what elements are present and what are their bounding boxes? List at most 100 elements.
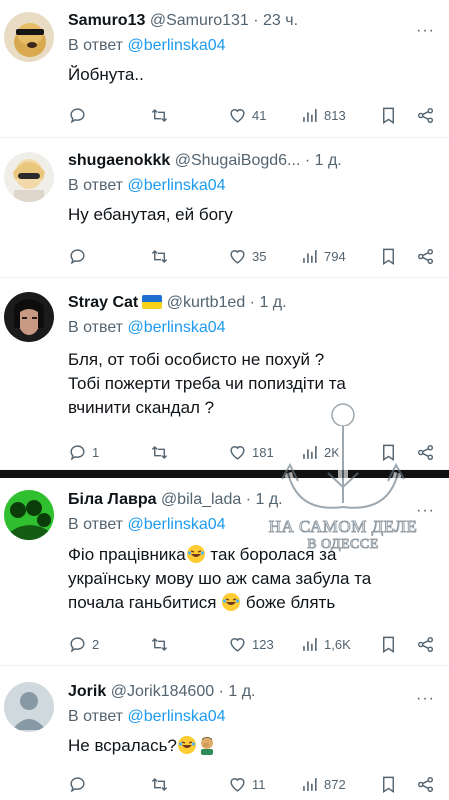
- reply-count: 2: [92, 636, 100, 652]
- author-name[interactable]: Jorik: [68, 683, 106, 700]
- views-button[interactable]: 872: [300, 774, 346, 794]
- author-name[interactable]: Stray Cat: [68, 294, 138, 311]
- bookmark-icon: [383, 248, 394, 265]
- mention-link[interactable]: @berlinska04: [127, 516, 225, 533]
- avatar[interactable]: [4, 12, 54, 62]
- like-button[interactable]: 123: [228, 634, 274, 654]
- like-count: 41: [252, 107, 267, 123]
- retweet-button[interactable]: [150, 105, 174, 125]
- tweet-text-line: Бля, от тобі особисто не похуй ?: [68, 350, 325, 369]
- avatar[interactable]: [4, 490, 54, 540]
- bookmark-button[interactable]: [379, 634, 398, 654]
- share-icon: [417, 444, 434, 460]
- views-button[interactable]: 1,6K: [300, 634, 351, 654]
- timestamp[interactable]: 1 д.: [315, 152, 342, 169]
- reply-button[interactable]: [68, 105, 92, 125]
- reply-icon: [70, 248, 85, 264]
- share-button[interactable]: [416, 442, 435, 462]
- timestamp[interactable]: 1 д.: [259, 294, 286, 311]
- tweet-header: Samuro13 @Samuro131 · 23 ч.: [68, 11, 441, 31]
- like-button[interactable]: 35: [228, 246, 266, 266]
- like-button[interactable]: 41: [228, 105, 266, 125]
- views-chart-icon: [303, 777, 317, 791]
- view-count: 1,6K: [324, 636, 351, 652]
- retweet-button[interactable]: [150, 442, 174, 462]
- timestamp[interactable]: 1 д.: [228, 683, 255, 700]
- more-options-icon[interactable]: ···: [416, 690, 435, 708]
- retweet-icon: [151, 249, 168, 263]
- bookmark-button[interactable]: [379, 105, 398, 125]
- bookmark-button[interactable]: [379, 774, 398, 794]
- more-options-icon[interactable]: ···: [416, 22, 435, 40]
- avatar[interactable]: [4, 292, 54, 342]
- avatar[interactable]: [4, 152, 54, 202]
- action-bar: 11 872: [68, 774, 439, 794]
- reply-icon: [70, 776, 85, 792]
- avatar-default[interactable]: [4, 682, 54, 732]
- like-count: 35: [252, 248, 267, 264]
- views-button[interactable]: 813: [300, 105, 346, 125]
- author-name[interactable]: shugaenokkk: [68, 152, 170, 169]
- author-handle[interactable]: @bila_lada: [161, 491, 241, 508]
- retweet-icon: [151, 108, 168, 122]
- reply-feed: Samuro13 @Samuro131 · 23 ч. ··· В ответ …: [0, 0, 449, 800]
- tweet-text-segment: Не всралась?: [68, 736, 177, 755]
- reply-button[interactable]: 2: [68, 634, 99, 654]
- author-name[interactable]: Samuro13: [68, 12, 145, 29]
- retweet-button[interactable]: [150, 246, 174, 266]
- view-count: 813: [324, 107, 346, 123]
- laughing-emoji-icon: [221, 592, 241, 612]
- reply-button[interactable]: 1: [68, 442, 99, 462]
- separator-dot: ·: [304, 152, 311, 169]
- author-handle[interactable]: @ShugaiBogd6...: [175, 152, 301, 169]
- reply-prefix: В ответ: [68, 319, 124, 336]
- mention-link[interactable]: @berlinska04: [127, 708, 225, 725]
- bookmark-icon: [383, 776, 394, 793]
- mention-link[interactable]: @berlinska04: [127, 319, 225, 336]
- watermark-line: НА САМОМ ДЕЛЕ: [268, 517, 418, 537]
- tweet-samuro13[interactable]: Samuro13 @Samuro131 · 23 ч. ··· В ответ …: [0, 0, 449, 138]
- action-bar: 41 813: [68, 105, 439, 125]
- reply-context: В ответ @berlinska04: [68, 36, 441, 56]
- retweet-button[interactable]: [150, 634, 174, 654]
- author-handle[interactable]: @kurtb1ed: [167, 294, 246, 311]
- share-button[interactable]: [416, 634, 435, 654]
- bookmark-button[interactable]: [379, 246, 398, 266]
- tweet-jorik[interactable]: Jorik @Jorik184600 · 1 д. ··· В ответ @b…: [0, 666, 449, 800]
- share-icon: [417, 248, 434, 264]
- heart-icon: [230, 445, 245, 460]
- share-button[interactable]: [416, 774, 435, 794]
- action-bar: 2 123 1,6K: [68, 634, 439, 654]
- reply-button[interactable]: [68, 246, 92, 266]
- tweet-text: Йобнута..: [68, 65, 144, 84]
- like-button[interactable]: 181: [228, 442, 274, 462]
- heart-icon: [230, 249, 245, 264]
- retweet-icon: [151, 777, 168, 791]
- mention-link[interactable]: @berlinska04: [127, 37, 225, 54]
- tweet-text-line: українську мову шо аж сама забула та: [68, 569, 372, 588]
- author-handle[interactable]: @Jorik184600: [111, 683, 214, 700]
- share-button[interactable]: [416, 105, 435, 125]
- tweet-text-segment: боже блять: [241, 593, 336, 612]
- views-chart-icon: [303, 637, 317, 651]
- reply-prefix: В ответ: [68, 177, 124, 194]
- author-handle[interactable]: @Samuro131: [150, 12, 249, 29]
- heart-icon: [230, 637, 245, 652]
- share-button[interactable]: [416, 246, 435, 266]
- separator-dot: ·: [249, 294, 255, 311]
- share-icon: [417, 107, 434, 123]
- more-options-icon[interactable]: ···: [416, 502, 435, 520]
- reply-prefix: В ответ: [68, 708, 124, 725]
- author-name[interactable]: Біла Лавра: [68, 491, 156, 508]
- like-button[interactable]: 11: [228, 774, 266, 794]
- share-icon: [417, 636, 434, 652]
- reply-context: В ответ @berlinska04: [68, 707, 441, 727]
- tweet-shugaenokkk[interactable]: shugaenokkk @ShugaiBogd6... · 1 д. В отв…: [0, 138, 449, 278]
- mention-link[interactable]: @berlinska04: [127, 177, 225, 194]
- retweet-button[interactable]: [150, 774, 174, 794]
- reply-button[interactable]: [68, 774, 92, 794]
- views-button[interactable]: 794: [300, 246, 346, 266]
- timestamp[interactable]: 23 ч.: [263, 12, 298, 29]
- like-count: 123: [252, 636, 274, 652]
- laughing-emoji-icon: [177, 735, 197, 755]
